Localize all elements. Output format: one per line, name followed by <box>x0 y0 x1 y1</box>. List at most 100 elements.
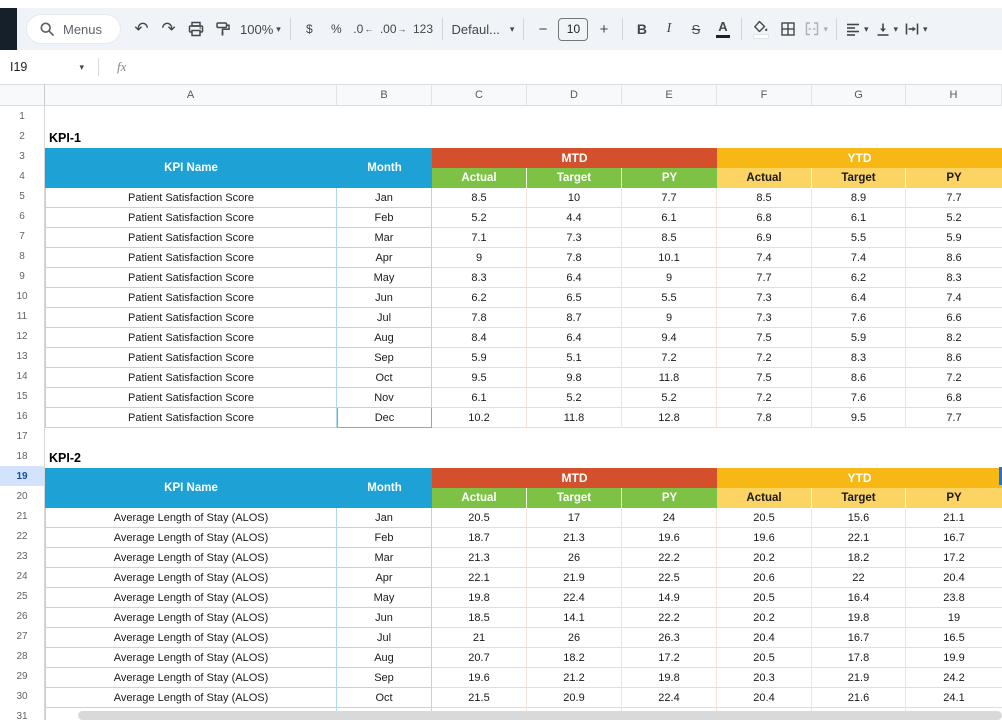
ytd-value-cell[interactable]: 6.8 <box>717 208 812 228</box>
mtd-header[interactable]: MTD <box>432 468 717 488</box>
row-header-12[interactable]: 12 <box>0 326 44 346</box>
mtd-value-cell[interactable]: 26.3 <box>622 628 717 648</box>
redo-button[interactable]: ↷ <box>155 15 182 43</box>
month-cell[interactable]: Mar <box>337 228 432 248</box>
month-cell[interactable]: May <box>337 268 432 288</box>
ytd-value-cell[interactable]: 20.4 <box>717 628 812 648</box>
ytd-value-cell[interactable]: 6.6 <box>906 308 1002 328</box>
row-header-21[interactable]: 21 <box>0 506 44 526</box>
row-header-15[interactable]: 15 <box>0 386 44 406</box>
paint-format-button[interactable] <box>209 15 236 43</box>
mtd-value-cell[interactable]: 7.1 <box>432 228 527 248</box>
mtd-sub-header-target[interactable]: Target <box>527 488 622 508</box>
mtd-value-cell[interactable]: 7.3 <box>527 228 622 248</box>
row-header-5[interactable]: 5 <box>0 186 44 206</box>
merge-cells-button[interactable]: ▾ <box>801 15 831 43</box>
mtd-value-cell[interactable]: 12.8 <box>622 408 717 428</box>
mtd-value-cell[interactable]: 9 <box>432 248 527 268</box>
ytd-value-cell[interactable]: 19.9 <box>906 648 1002 668</box>
ytd-value-cell[interactable]: 16.7 <box>906 528 1002 548</box>
month-cell[interactable]: Mar <box>337 548 432 568</box>
mtd-value-cell[interactable]: 8.5 <box>622 228 717 248</box>
kpi-name-cell[interactable]: Patient Satisfaction Score <box>45 248 337 268</box>
ytd-value-cell[interactable]: 8.6 <box>906 348 1002 368</box>
ytd-value-cell[interactable]: 7.6 <box>812 388 906 408</box>
mtd-value-cell[interactable]: 7.8 <box>527 248 622 268</box>
row-header-29[interactable]: 29 <box>0 666 44 686</box>
fill-color-button[interactable] <box>747 15 774 43</box>
ytd-value-cell[interactable]: 7.4 <box>717 248 812 268</box>
kpi-name-cell[interactable]: Average Length of Stay (ALOS) <box>45 508 337 528</box>
table-title-KPI-1[interactable]: KPI-1 <box>49 128 81 148</box>
decrease-font-size-button[interactable]: − <box>529 15 556 43</box>
mtd-value-cell[interactable]: 8.3 <box>432 268 527 288</box>
ytd-value-cell[interactable]: 20.5 <box>717 508 812 528</box>
ytd-value-cell[interactable]: 20.3 <box>717 668 812 688</box>
ytd-value-cell[interactable]: 7.7 <box>906 408 1002 428</box>
ytd-value-cell[interactable]: 7.6 <box>812 308 906 328</box>
mtd-value-cell[interactable]: 19.8 <box>622 668 717 688</box>
ytd-value-cell[interactable]: 5.9 <box>906 228 1002 248</box>
mtd-value-cell[interactable]: 9 <box>622 268 717 288</box>
mtd-value-cell[interactable]: 19.8 <box>432 588 527 608</box>
mtd-value-cell[interactable]: 26 <box>527 628 622 648</box>
undo-button[interactable]: ↶ <box>128 15 155 43</box>
mtd-value-cell[interactable]: 17 <box>527 508 622 528</box>
name-box[interactable]: I19 ▾ <box>0 60 98 74</box>
table-title-KPI-2[interactable]: KPI-2 <box>49 448 81 468</box>
month-cell[interactable]: Aug <box>337 328 432 348</box>
ytd-value-cell[interactable]: 21.1 <box>906 508 1002 528</box>
format-currency-button[interactable]: $ <box>296 15 323 43</box>
mtd-value-cell[interactable]: 18.7 <box>432 528 527 548</box>
month-cell[interactable]: Apr <box>337 248 432 268</box>
kpi-name-cell[interactable]: Average Length of Stay (ALOS) <box>45 588 337 608</box>
mtd-value-cell[interactable]: 7.8 <box>432 308 527 328</box>
month-cell[interactable]: Jun <box>337 608 432 628</box>
mtd-value-cell[interactable]: 9 <box>622 308 717 328</box>
mtd-value-cell[interactable]: 9.8 <box>527 368 622 388</box>
mtd-value-cell[interactable]: 19.6 <box>622 528 717 548</box>
mtd-sub-header-target[interactable]: Target <box>527 168 622 188</box>
mtd-value-cell[interactable]: 21.3 <box>432 548 527 568</box>
row-header-28[interactable]: 28 <box>0 646 44 666</box>
ytd-sub-header-target[interactable]: Target <box>812 488 906 508</box>
kpi-name-cell[interactable]: Patient Satisfaction Score <box>45 228 337 248</box>
month-cell[interactable]: Apr <box>337 568 432 588</box>
column-header-H[interactable]: H <box>906 84 1002 106</box>
ytd-value-cell[interactable]: 24.1 <box>906 688 1002 708</box>
mtd-value-cell[interactable]: 5.2 <box>622 388 717 408</box>
kpi-name-cell[interactable]: Patient Satisfaction Score <box>45 268 337 288</box>
row-header-10[interactable]: 10 <box>0 286 44 306</box>
font-family-select[interactable]: Defaul... ▾ <box>448 15 519 43</box>
month-cell[interactable]: Jun <box>337 288 432 308</box>
kpi-name-cell[interactable]: Average Length of Stay (ALOS) <box>45 628 337 648</box>
kpi-name-cell[interactable]: Average Length of Stay (ALOS) <box>45 568 337 588</box>
mtd-value-cell[interactable]: 8.4 <box>432 328 527 348</box>
kpi-name-cell[interactable]: Average Length of Stay (ALOS) <box>45 608 337 628</box>
kpi-name-cell[interactable]: Patient Satisfaction Score <box>45 368 337 388</box>
mtd-sub-header-py[interactable]: PY <box>622 488 717 508</box>
number-format-button[interactable]: 123 <box>410 15 437 43</box>
column-header-B[interactable]: B <box>337 84 432 106</box>
row-header-14[interactable]: 14 <box>0 366 44 386</box>
month-cell[interactable]: Sep <box>337 348 432 368</box>
row-header-7[interactable]: 7 <box>0 226 44 246</box>
select-all-corner[interactable] <box>0 84 45 106</box>
mtd-sub-header-actual[interactable]: Actual <box>432 168 527 188</box>
mtd-value-cell[interactable]: 6.1 <box>622 208 717 228</box>
mtd-value-cell[interactable]: 5.9 <box>432 348 527 368</box>
row-header-17[interactable]: 17 <box>0 426 44 446</box>
font-size-input[interactable]: 10 <box>558 18 588 41</box>
zoom-select[interactable]: 100% ▾ <box>236 15 285 43</box>
ytd-value-cell[interactable]: 7.3 <box>717 308 812 328</box>
mtd-value-cell[interactable]: 7.7 <box>622 188 717 208</box>
horizontal-scrollbar[interactable] <box>78 711 1002 720</box>
row-header-25[interactable]: 25 <box>0 586 44 606</box>
row-header-19[interactable]: 19 <box>0 466 44 486</box>
mtd-value-cell[interactable]: 21.5 <box>432 688 527 708</box>
mtd-value-cell[interactable]: 21.2 <box>527 668 622 688</box>
mtd-value-cell[interactable]: 5.5 <box>622 288 717 308</box>
kpi-name-cell[interactable]: Patient Satisfaction Score <box>45 348 337 368</box>
mtd-value-cell[interactable]: 22.4 <box>622 688 717 708</box>
kpi-name-cell[interactable]: Patient Satisfaction Score <box>45 328 337 348</box>
